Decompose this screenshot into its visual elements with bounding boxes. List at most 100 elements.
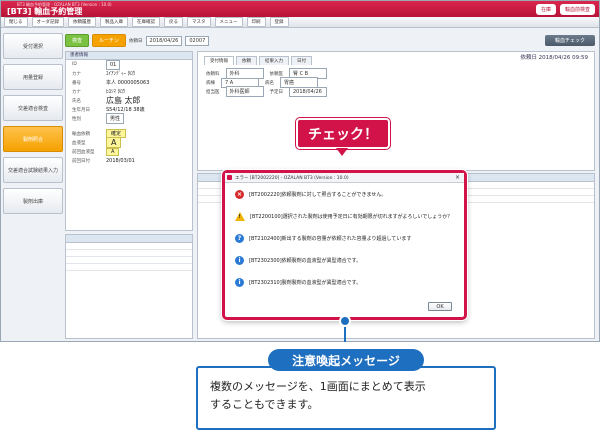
patient-row-key: 番号 — [72, 80, 81, 86]
patient-row-key: 生年月日 — [72, 107, 90, 113]
table-row — [66, 264, 192, 271]
menu-back[interactable]: 戻る — [164, 17, 183, 27]
table-row — [66, 243, 192, 250]
caption-text: 複数のメッセージを、1画面にまとめて表示 することもできます。 — [210, 378, 490, 414]
patient-row-value[interactable]: 男性 — [106, 113, 125, 124]
ok-button[interactable]: OK — [428, 302, 452, 311]
question-icon: ? — [235, 233, 244, 243]
exam-pill[interactable]: 検査 — [65, 34, 90, 47]
stock-button[interactable]: 在庫 — [535, 3, 556, 15]
menu-menu[interactable]: メニュー — [214, 17, 243, 27]
menu-receiving[interactable]: 製品入庫 — [100, 17, 128, 27]
patient-name: 広島 太郎 — [106, 96, 141, 105]
sidebar-item-reception[interactable]: 受付選択 — [3, 33, 63, 59]
caption-title: 注意喚起メッセージ — [268, 349, 424, 371]
patient-row: 性別 男性 — [66, 113, 192, 124]
blood-row: 前回日付 2018/03/01 — [66, 156, 192, 165]
close-icon[interactable]: × — [455, 174, 460, 181]
request-number-field[interactable]: 02007 — [185, 35, 210, 46]
table-row — [66, 250, 192, 257]
blood-row-key: 前回血液型 — [72, 149, 95, 155]
dialog-title-bar: エラー [BT2002220] - OZALAN BT3 (Version : … — [225, 173, 464, 183]
transfusion-check-button[interactable]: 輸血チェック — [544, 35, 595, 46]
tab-request[interactable]: 依頼 — [236, 56, 257, 65]
sidebar: 受付選択 用量登録 交差適合検査 製剤照合 交差適合試験結果入力 製剤出庫 — [3, 33, 63, 339]
dialog-title: エラー [BT2002220] - OZALAN BT3 (Version : … — [235, 175, 349, 181]
patient-row-key: カナ — [72, 71, 81, 77]
title-bar: BT3 輸血予約管理 - OZALAN BT3 (Version : 10.0)… — [1, 1, 599, 17]
order-row: 依頼科 外科 依頼医 腎 C B — [206, 68, 586, 79]
blood-row-key: 前回日付 — [72, 158, 90, 164]
menu-bar: 閉じる オーダ記録 依頼履歴 製品入庫 在庫確認 戻る マスタ メニュー 印刷 … — [1, 17, 599, 28]
patient-row: 氏名 広島 太郎 — [66, 96, 192, 105]
sidebar-item-crossmatch[interactable]: 交差適合検査 — [3, 95, 63, 121]
order-field[interactable]: 外科医師 — [225, 86, 264, 97]
patient-row: カナ ｴｲｱﾝﾃﾞｨｰ ﾀﾛｳ — [66, 69, 192, 78]
request-date-field[interactable]: 2018/04/26 — [145, 35, 183, 46]
info-icon: i — [235, 255, 244, 265]
patient-row-value: 本人 0000005063 — [106, 80, 150, 86]
message-text: [BT2302310]製剤製剤の血液型が異型適合です。 — [249, 279, 362, 286]
dialog-message: i [BT2302310]製剤製剤の血液型が異型適合です。 — [225, 271, 464, 293]
menu-print[interactable]: 印刷 — [246, 17, 266, 27]
patient-row: 番号 本人 0000005063 — [66, 78, 192, 87]
message-text: [BT2102400]新出する製剤の容量が依頼された容量より超過しています — [249, 235, 412, 242]
order-date: 依頼日 2018/04/26 09:59 — [520, 55, 588, 61]
top-toolbar: 検査 ルーチン 依頼日 2018/04/26 02007 輸血チェック — [65, 33, 595, 48]
order-label: 依頼科 — [206, 71, 220, 77]
patient-row-key: カナ — [72, 89, 81, 95]
patient-row-value[interactable]: 01 — [106, 59, 121, 70]
menu-order-record[interactable]: オーダ記録 — [31, 17, 64, 27]
tab-result[interactable]: 結果入力 — [259, 56, 289, 65]
sidebar-item-dose[interactable]: 用量登録 — [3, 64, 63, 90]
menu-stock[interactable]: 在庫確認 — [132, 17, 160, 27]
connector-dot — [339, 315, 351, 327]
window-caption: BT3 輸血予約管理 - OZALAN BT3 (Version : 10.0) — [17, 2, 112, 7]
blood-row: 輸血依頼 確定 — [66, 129, 192, 138]
blood-row: 血液型 A — [66, 137, 192, 148]
sidebar-item-collation[interactable]: 製剤照合 — [3, 126, 63, 152]
caption-line-1: 複数のメッセージを、1画面にまとめて表示 — [210, 380, 426, 393]
blood-row-key: 輸血依頼 — [72, 131, 90, 137]
patient-panel-header: 患者情報 — [66, 52, 192, 60]
patient-row-key: 性別 — [72, 116, 81, 122]
dialog-message: ! [BT2200100]選択された製剤は使用予定日に有効期限が切れますがよろし… — [225, 205, 464, 227]
order-label: 病棟 — [206, 80, 215, 86]
table-row — [66, 257, 192, 264]
dialog-message: i [BT2302300]依頼製剤の血液型が異型適合です。 — [225, 249, 464, 271]
order-label: 担当医 — [206, 89, 220, 95]
blood-type-panel — [65, 234, 193, 339]
order-label: 依頼医 — [269, 71, 284, 77]
order-label: 予定日 — [269, 89, 284, 95]
dialog-message: ? [BT2102400]新出する製剤の容量が依頼された容量より超過しています — [225, 227, 464, 249]
patient-row-value: ﾋﾛｼﾏ ﾀﾛｳ — [106, 89, 126, 95]
sidebar-item-issue[interactable]: 製剤出庫 — [3, 188, 63, 214]
message-text: [BT2002220]依頼製剤に対して照合することができません。 — [249, 191, 387, 198]
patient-row-key: ID — [72, 62, 77, 67]
table-header — [66, 235, 192, 243]
order-panel: 依頼日 2018/04/26 09:59 受付情報 依頼 結果入力 日付 依頼科… — [197, 51, 595, 171]
request-date-label: 依頼日 — [129, 38, 143, 44]
patient-panel: 患者情報 ID 01 カナ ｴｲｱﾝﾃﾞｨｰ ﾀﾛｳ 番号 本人 0000005063… — [65, 51, 193, 231]
warning-icon: ! — [235, 211, 245, 221]
routine-pill[interactable]: ルーチン — [92, 34, 127, 47]
menu-history[interactable]: 依頼履歴 — [68, 17, 96, 27]
sidebar-item-crossmatch-result[interactable]: 交差適合試験結果入力 — [3, 157, 63, 183]
patient-row-key: 氏名 — [72, 98, 81, 104]
message-text: [BT2200100]選択された製剤は使用予定日に有効期限が切れますがよろしいで… — [250, 213, 453, 220]
order-field[interactable]: 2018/04/26 — [289, 86, 327, 97]
pretest-button[interactable]: 輸血前検査 — [559, 3, 595, 15]
patient-row: 生年月日 S54/12/18 38歳 — [66, 105, 192, 114]
order-row: 担当医 外科医師 予定日 2018/04/26 — [206, 86, 586, 97]
dialog-message: × [BT2002220]依頼製剤に対して照合することができません。 — [225, 183, 464, 205]
menu-register[interactable]: 登録 — [269, 17, 289, 27]
menu-master[interactable]: マスタ — [187, 17, 211, 27]
blood-type-value: A — [106, 137, 122, 148]
check-callout: チェック！ — [296, 118, 390, 156]
tab-date[interactable]: 日付 — [291, 56, 312, 65]
patient-row: ID 01 — [66, 59, 192, 70]
tab-reception[interactable]: 受付情報 — [204, 56, 234, 65]
order-grid: 依頼科 外科 依頼医 腎 C B 病棟 7 A 病名 胃癌 担当医 外科医師 予… — [198, 65, 594, 100]
menu-close[interactable]: 閉じる — [4, 17, 28, 27]
blood-row-value: 2018/03/01 — [106, 157, 135, 164]
